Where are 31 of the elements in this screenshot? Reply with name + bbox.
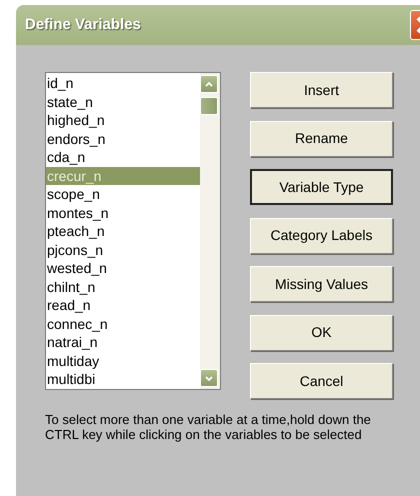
scroll-up-button[interactable]: [200, 75, 218, 93]
list-item[interactable]: natrai_n: [46, 333, 200, 352]
dialog-button[interactable]: Variable Type: [250, 169, 393, 205]
list-item[interactable]: connec_n: [46, 314, 200, 333]
list-item[interactable]: endors_n: [46, 130, 200, 148]
list-item[interactable]: multidbi: [46, 370, 200, 388]
list-item[interactable]: pteach_n: [46, 222, 200, 240]
dialog-button[interactable]: Rename: [250, 120, 393, 156]
hint-text: To select more than one variable at a time,hold down the CTRL key while clicking on the variables to be selected: [45, 412, 372, 442]
list-item[interactable]: read_n: [46, 296, 200, 314]
dialog-button[interactable]: Category Labels: [250, 218, 393, 254]
list-item[interactable]: pjcons_n: [46, 240, 200, 259]
dialog-button[interactable]: Cancel: [250, 363, 393, 399]
list-item[interactable]: montes_n: [46, 204, 200, 222]
list-item[interactable]: state_n: [46, 92, 200, 111]
chevron-up-icon: [205, 82, 213, 86]
list-item[interactable]: cda_n: [46, 148, 200, 166]
list-item[interactable]: multiday: [46, 352, 200, 370]
list-item[interactable]: scope_n: [46, 185, 200, 204]
list-item[interactable]: id_n: [46, 74, 200, 92]
scrollbar[interactable]: [200, 73, 220, 389]
dialog-button[interactable]: Insert: [250, 72, 393, 108]
scroll-down-button[interactable]: [200, 369, 218, 387]
list-item[interactable]: highed_n: [46, 111, 200, 130]
scroll-thumb[interactable]: [200, 97, 218, 115]
list-item[interactable]: wested_n: [46, 259, 200, 278]
chevron-down-icon: [205, 376, 213, 380]
window-title: Define Variables: [25, 14, 141, 35]
list-item[interactable]: chilnt_n: [46, 278, 200, 296]
dialog-button[interactable]: Missing Values: [250, 266, 393, 302]
dialog-button[interactable]: OK: [250, 314, 393, 350]
